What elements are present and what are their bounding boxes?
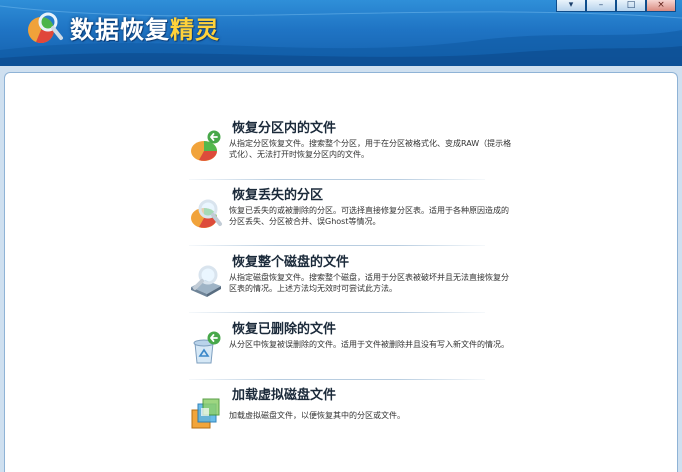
- option-title: 恢复丢失的分区: [232, 188, 324, 203]
- option-recover-disk-files[interactable]: 恢复整个磁盘的文件 从指定磁盘恢复文件。搜索整个磁盘，适用于分区表被破坏并且无法…: [187, 251, 513, 313]
- option-load-virtual-disk[interactable]: 加载虚拟磁盘文件 加载虚拟磁盘文件，以便恢复其中的分区或文件。: [187, 384, 513, 446]
- close-button[interactable]: ×: [646, 0, 676, 12]
- maximize-button[interactable]: □: [616, 0, 646, 12]
- disk-scan-icon: [191, 265, 221, 297]
- virtual-disk-icon: [191, 398, 220, 429]
- option-description: 从指定分区恢复文件。搜索整个分区，用于在分区被格式化、变成RAW（提示格式化）、…: [229, 139, 512, 159]
- app-title-main: 数据恢复: [70, 16, 170, 44]
- option-title: 恢复分区内的文件: [232, 121, 337, 136]
- option-description: 加载虚拟磁盘文件，以便恢复其中的分区或文件。: [229, 411, 405, 420]
- app-title-accent: 精灵: [170, 16, 220, 44]
- partition-restore-icon: [191, 130, 221, 161]
- window-controls: ▾ – □ ×: [556, 0, 676, 12]
- divider: [189, 379, 485, 380]
- app-logo-icon: [28, 12, 63, 43]
- option-title: 恢复已删除的文件: [232, 322, 337, 337]
- lost-partition-search-icon: [191, 199, 222, 228]
- divider: [189, 312, 485, 313]
- option-title: 恢复整个磁盘的文件: [232, 255, 350, 270]
- app-title: 数据恢复精灵: [70, 10, 220, 44]
- recycle-bin-restore-icon: [193, 331, 221, 364]
- option-recover-lost-partition[interactable]: 恢复丢失的分区 恢复已丢失的或被删除的分区。可选择直接修复分区表。适用于各种原因…: [187, 184, 513, 246]
- option-description: 从分区中恢复被误删除的文件。适用于文件被删除并且没有写入新文件的情况。: [229, 340, 509, 349]
- option-recover-deleted-files[interactable]: 恢复已删除的文件 从分区中恢复被误删除的文件。适用于文件被删除并且没有写入新文件…: [187, 318, 513, 380]
- option-description: 恢复已丢失的或被删除的分区。可选择直接修复分区表。适用于各种原因造成的分区丢失、…: [229, 206, 509, 226]
- divider: [189, 245, 485, 246]
- app-header: 数据恢复精灵 ▾ – □ ×: [0, 0, 682, 66]
- main-panel: 恢复分区内的文件 从指定分区恢复文件。搜索整个分区，用于在分区被格式化、变成RA…: [4, 72, 678, 472]
- option-recover-partition-files[interactable]: 恢复分区内的文件 从指定分区恢复文件。搜索整个分区，用于在分区被格式化、变成RA…: [187, 117, 513, 179]
- window-menu-button[interactable]: ▾: [556, 0, 586, 12]
- divider: [189, 179, 485, 180]
- option-title: 加载虚拟磁盘文件: [232, 388, 337, 403]
- minimize-button[interactable]: –: [586, 0, 616, 12]
- option-description: 从指定磁盘恢复文件。搜索整个磁盘，适用于分区表被破坏并且无法直接恢复分区表的情况…: [229, 273, 509, 293]
